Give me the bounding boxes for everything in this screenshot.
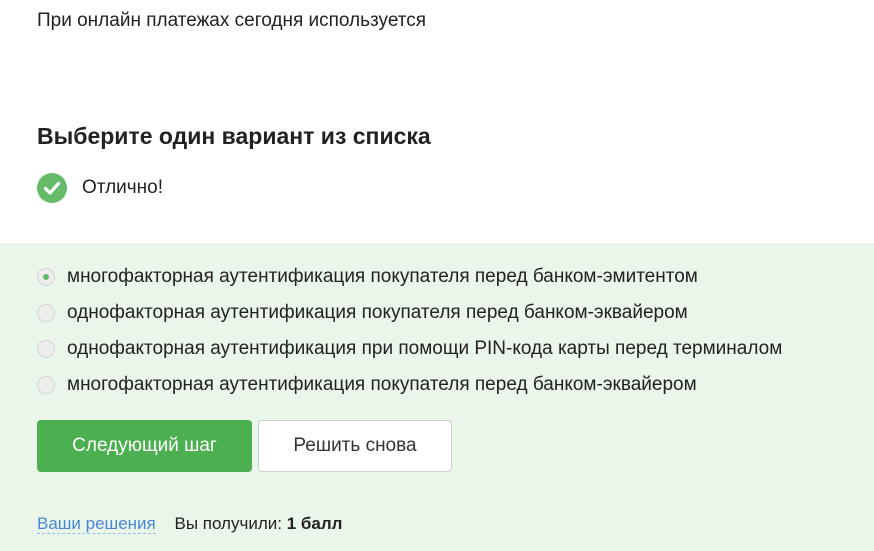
next-step-button[interactable]: Следующий шаг xyxy=(37,420,252,472)
option-label: однофакторная аутентификация при помощи … xyxy=(67,338,783,359)
option-label: однофакторная аутентификация покупателя … xyxy=(67,302,688,323)
option-label: многофакторная аутентификация покупателя… xyxy=(67,374,697,395)
radio-button[interactable] xyxy=(37,304,55,322)
check-circle-icon xyxy=(37,173,67,203)
score-value: 1 балл xyxy=(286,514,343,533)
option-label: многофакторная аутентификация покупателя… xyxy=(67,266,698,287)
option-item[interactable]: многофакторная аутентификация покупателя… xyxy=(37,367,782,403)
result-text: Отлично! xyxy=(82,177,164,198)
option-item[interactable]: многофакторная аутентификация покупателя… xyxy=(37,259,782,295)
options-list: многофакторная аутентификация покупателя… xyxy=(37,259,782,403)
result-status: Отлично! xyxy=(37,173,163,203)
radio-button[interactable] xyxy=(37,340,55,358)
option-item[interactable]: однофакторная аутентификация при помощи … xyxy=(37,331,782,367)
instruction-heading: Выберите один вариант из списка xyxy=(37,123,431,149)
solutions-link[interactable]: Ваши решения xyxy=(37,514,156,534)
footer: Ваши решения Вы получили: 1 балл xyxy=(37,513,342,535)
question-text: При онлайн платежах сегодня используется xyxy=(37,10,427,31)
option-item[interactable]: однофакторная аутентификация покупателя … xyxy=(37,295,782,331)
radio-button-selected[interactable] xyxy=(37,268,55,286)
retry-button[interactable]: Решить снова xyxy=(258,420,452,472)
radio-button[interactable] xyxy=(37,376,55,394)
score-label: Вы получили: xyxy=(174,514,282,533)
